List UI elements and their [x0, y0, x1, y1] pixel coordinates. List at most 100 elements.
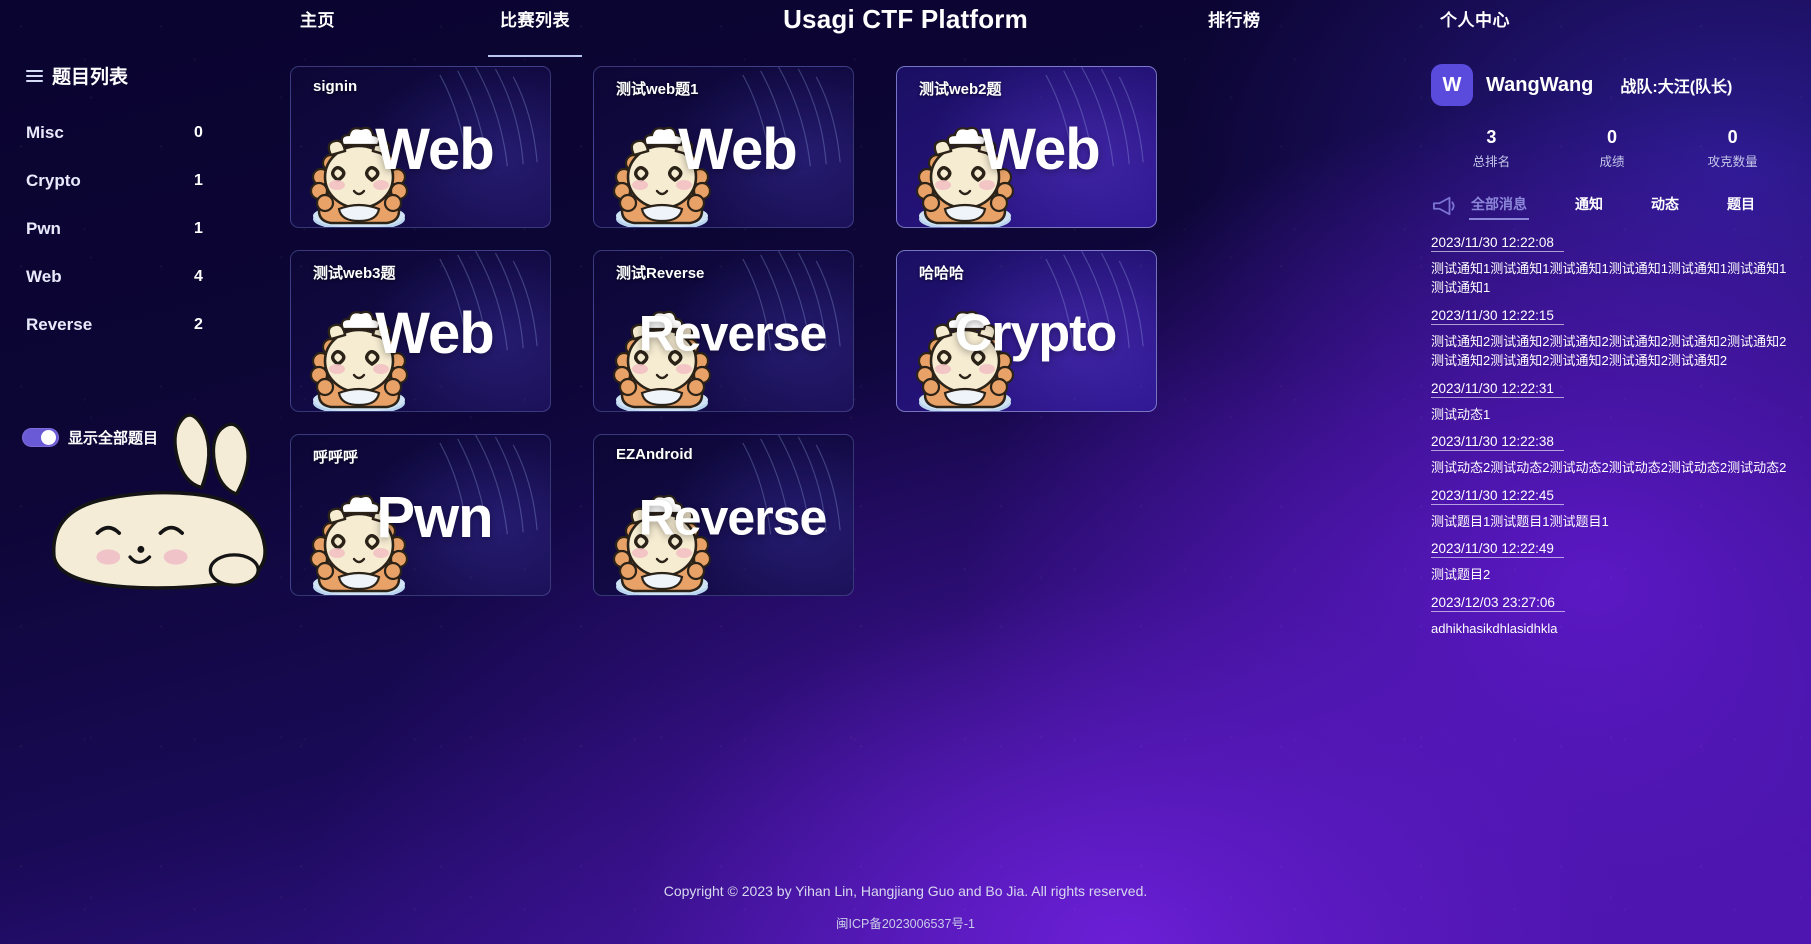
message-tabs: 全部消息 通知 动态 题目 [1431, 192, 1793, 220]
category-count: 2 [194, 316, 203, 333]
category-name: Reverse [26, 315, 93, 334]
sidebar-title: 题目列表 [52, 67, 129, 88]
category-count: 1 [194, 220, 203, 237]
user-stats: 3 总排名 0 成绩 0 攻克数量 [1431, 126, 1793, 170]
toggle-switch[interactable] [22, 428, 59, 447]
challenge-card[interactable]: 测试web3题 Web [290, 250, 551, 412]
megaphone-icon [1433, 196, 1455, 215]
challenge-card[interactable]: 测试web2题 Web [896, 66, 1157, 228]
challenge-title: 哈哈哈 [919, 265, 965, 282]
challenge-row: 呼呼呼 Pwn EZAndroid Reverse [290, 434, 1380, 596]
stat-label: 总排名 [1472, 154, 1511, 169]
message-item: 2023/11/30 12:22:49 测试题目2 [1431, 540, 1793, 585]
message-timestamp[interactable]: 2023/11/30 12:22:45 [1431, 488, 1564, 505]
message-item: 2023/11/30 12:22:08 测试通知1测试通知1测试通知1测试通知1… [1431, 234, 1793, 298]
category-count: 0 [194, 124, 203, 141]
nav-item-home[interactable]: 主页 [300, 6, 335, 35]
message-item: 2023/11/30 12:22:31 测试动态1 [1431, 380, 1793, 425]
message-list: 2023/11/30 12:22:08 测试通知1测试通知1测试通知1测试通知1… [1431, 234, 1793, 639]
challenge-card[interactable]: EZAndroid Reverse [593, 434, 854, 596]
challenge-category-label: Reverse [638, 305, 828, 362]
message-body: 测试动态2测试动态2测试动态2测试动态2测试动态2测试动态2 [1431, 460, 1787, 475]
stat-label: 成绩 [1599, 154, 1625, 169]
tab-activity[interactable]: 动态 [1645, 192, 1685, 220]
sidebar-item-crypto[interactable]: Crypto 1 [0, 157, 260, 205]
show-all-challenges-toggle[interactable]: 显示全部题目 [0, 427, 260, 448]
challenge-title: signin [313, 78, 358, 95]
sidebar-item-pwn[interactable]: Pwn 1 [0, 205, 260, 253]
challenge-category-label: Web [678, 117, 797, 183]
page-title: Usagi CTF Platform [783, 4, 1028, 34]
tab-notifications[interactable]: 通知 [1569, 192, 1609, 220]
challenge-card[interactable]: 测试web题1 Web [593, 66, 854, 228]
stat-solves: 0 攻克数量 [1672, 126, 1793, 170]
stat-score: 0 成绩 [1552, 126, 1673, 170]
challenge-row: 测试web3题 Web 测试Reverse Reverse 哈哈哈 Crypto [290, 250, 1380, 412]
message-body: 测试题目2 [1431, 567, 1491, 582]
icp-license-link[interactable]: 闽ICP备2023006537号-1 [0, 913, 1811, 932]
challenge-title: 测试web2题 [919, 81, 1002, 98]
challenge-title: 测试Reverse [616, 265, 705, 282]
page-footer: Copyright © 2023 by Yihan Lin, Hangjiang… [0, 883, 1811, 932]
user-name: WangWang [1486, 73, 1594, 96]
stat-rank: 3 总排名 [1431, 126, 1552, 170]
category-count: 1 [194, 172, 203, 189]
category-name: Pwn [26, 219, 61, 238]
toggle-label: 显示全部题目 [68, 430, 159, 447]
tab-challenges[interactable]: 题目 [1721, 192, 1761, 220]
challenge-category-label: Crypto [954, 304, 1118, 363]
sidebar-item-misc[interactable]: Misc 0 [0, 109, 260, 157]
nav-item-profile[interactable]: 个人中心 [1440, 6, 1510, 35]
sidebar-item-reverse[interactable]: Reverse 2 [0, 301, 260, 349]
message-timestamp[interactable]: 2023/11/30 12:22:08 [1431, 235, 1564, 252]
stat-value: 0 [1607, 127, 1618, 147]
sidebar-header: 题目列表 [0, 62, 260, 89]
challenge-category-label: Pwn [376, 485, 493, 551]
challenge-title: EZAndroid [616, 446, 693, 463]
challenge-row: signin Web 测试web题1 Web 测试web2题 Web [290, 66, 1380, 228]
top-navigation-bar: 主页 比赛列表 Usagi CTF Platform 排行榜 个人中心 [0, 0, 1811, 57]
message-item: 2023/11/30 12:22:15 测试通知2测试通知2测试通知2测试通知2… [1431, 307, 1793, 371]
message-body: 测试动态1 [1431, 406, 1491, 422]
nav-item-scoreboard[interactable]: 排行榜 [1208, 6, 1261, 35]
challenge-title: 呼呼呼 [313, 449, 359, 466]
toggle-knob [41, 430, 56, 445]
challenge-category-label: Web [375, 301, 494, 367]
user-info-panel: W WangWang 战队:大汪(队长) 3 总排名 0 成绩 0 攻克数量 全… [1411, 58, 1811, 854]
challenge-category-sidebar: 题目列表 Misc 0 Crypto 1 Pwn 1 Web 4 Reverse… [0, 62, 260, 448]
category-name: Crypto [26, 171, 81, 190]
challenge-card[interactable]: 测试Reverse Reverse [593, 250, 854, 412]
message-timestamp[interactable]: 2023/11/30 12:22:15 [1431, 308, 1564, 325]
stat-label: 攻克数量 [1707, 154, 1758, 169]
message-item: 2023/11/30 12:22:38 测试动态2测试动态2测试动态2测试动态2… [1431, 433, 1793, 478]
copyright-text: Copyright © 2023 by Yihan Lin, Hangjiang… [663, 883, 1148, 899]
message-timestamp[interactable]: 2023/11/30 12:22:38 [1431, 434, 1564, 451]
challenge-category-label: Web [375, 117, 494, 183]
message-body: 测试题目1测试题目1测试题目1 [1431, 513, 1609, 529]
challenge-card[interactable]: signin Web [290, 66, 551, 228]
avatar[interactable]: W [1431, 64, 1473, 106]
user-header: W WangWang 战队:大汪(队长) [1431, 64, 1793, 106]
challenge-title: 测试web3题 [313, 265, 396, 282]
category-count: 4 [194, 268, 203, 285]
message-timestamp[interactable]: 2023/12/03 23:27:06 [1431, 595, 1565, 612]
challenge-card[interactable]: 呼呼呼 Pwn [290, 434, 551, 596]
sidebar-item-web[interactable]: Web 4 [0, 253, 260, 301]
message-timestamp[interactable]: 2023/11/30 12:22:31 [1431, 381, 1564, 398]
message-timestamp[interactable]: 2023/11/30 12:22:49 [1431, 541, 1564, 558]
list-icon [26, 69, 43, 82]
team-name: 战队:大汪(队长) [1620, 79, 1733, 96]
message-item: 2023/12/03 23:27:06 adhikhasikdhlasidhkl… [1431, 594, 1793, 639]
stat-value: 3 [1486, 127, 1497, 147]
message-body: adhikhasikdhlasidhkla [1431, 620, 1558, 636]
challenge-title: 测试web题1 [616, 81, 699, 98]
challenge-category-label: Reverse [638, 489, 828, 546]
challenge-card[interactable]: 哈哈哈 Crypto [896, 250, 1157, 412]
category-name: Misc [26, 123, 64, 142]
message-body: 测试通知2测试通知2测试通知2测试通知2测试通知2测试通知2测试通知2测试通知2… [1431, 333, 1787, 369]
stat-value: 0 [1727, 127, 1738, 147]
nav-item-contest-list[interactable]: 比赛列表 [488, 6, 582, 57]
tab-all-messages[interactable]: 全部消息 [1465, 192, 1533, 220]
app-root: 主页 比赛列表 Usagi CTF Platform 排行榜 个人中心 题目列表… [0, 0, 1811, 944]
message-item: 2023/11/30 12:22:45 测试题目1测试题目1测试题目1 [1431, 487, 1793, 532]
